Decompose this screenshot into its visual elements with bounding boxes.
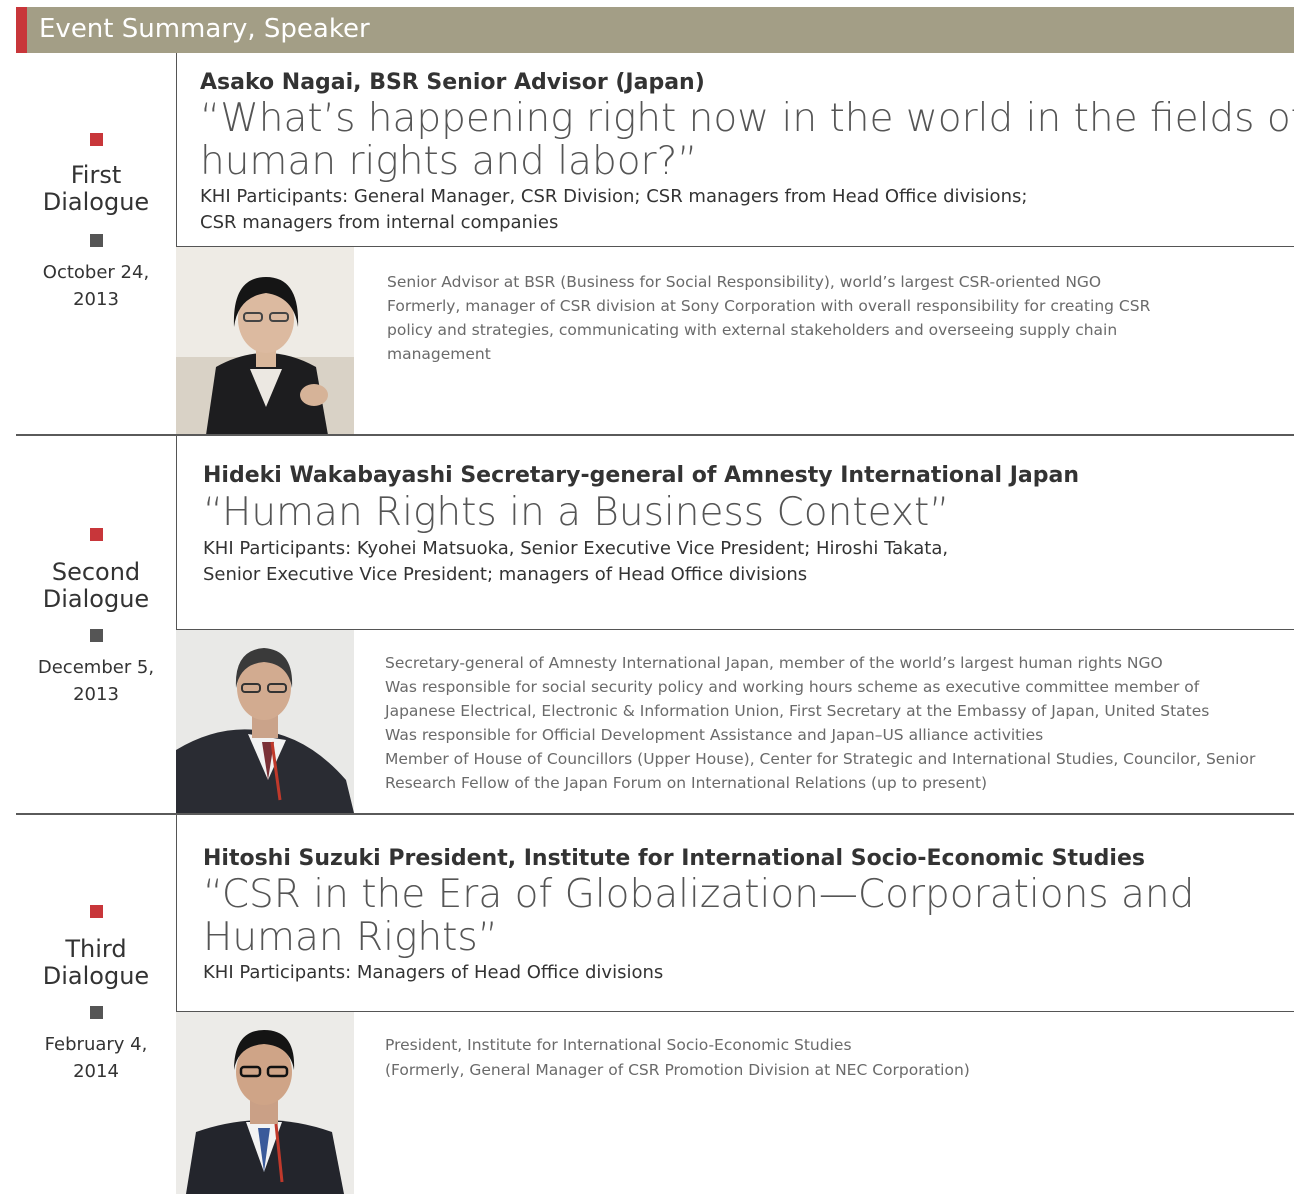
divider-vertical bbox=[176, 815, 177, 1011]
bio-line: Secretary-general of Amnesty Internation… bbox=[385, 654, 1163, 672]
participants-line1: KHI Participants: Kyohei Matsuoka, Senio… bbox=[203, 538, 949, 559]
section-title: Event Summary, Speaker bbox=[39, 14, 370, 44]
speaker-name: Asako Nagai, BSR Senior Advisor (Japan) bbox=[200, 70, 705, 95]
red-square-marker bbox=[89, 133, 103, 146]
divider-vertical bbox=[176, 436, 177, 629]
bio-line: Was responsible for social security poli… bbox=[385, 678, 1200, 696]
divider-vertical bbox=[176, 53, 177, 246]
bio-line: management bbox=[387, 345, 491, 363]
talk-title-line1: “Human Rights in a Business Context” bbox=[203, 490, 950, 535]
bio-line: Was responsible for Official Development… bbox=[385, 726, 1044, 744]
bio-line: Senior Advisor at BSR (Business for Soci… bbox=[387, 273, 1102, 291]
talk-title-line1: “CSR in the Era of Globalization—Corpora… bbox=[203, 872, 1195, 917]
participants-line1: KHI Participants: General Manager, CSR D… bbox=[200, 186, 1028, 207]
bio-line: Japanese Electrical, Electronic & Inform… bbox=[385, 702, 1210, 720]
dialogue-date: February 4, 2014 bbox=[44, 1034, 148, 1082]
talk-title-line2: human rights and labor?” bbox=[200, 139, 698, 184]
section-separator bbox=[16, 434, 1294, 436]
bio-line: (Formerly, General Manager of CSR Promot… bbox=[385, 1061, 970, 1079]
speaker-photo bbox=[176, 1012, 354, 1194]
dialogue-1-meta: First Dialogue October 24, 2013 bbox=[16, 133, 176, 313]
bio-line: Research Fellow of the Japan Forum on In… bbox=[385, 774, 988, 792]
speaker-name: Hitoshi Suzuki President, Institute for … bbox=[203, 846, 1145, 871]
dialogue-label: Second Dialogue bbox=[42, 558, 150, 613]
bio-line: Formerly, manager of CSR division at Son… bbox=[387, 297, 1151, 315]
talk-title-line2: Human Rights” bbox=[203, 915, 498, 960]
dialogue-label: First Dialogue bbox=[42, 161, 150, 216]
participants-line2: Senior Executive Vice President; manager… bbox=[203, 564, 808, 585]
bio-line: President, Institute for International S… bbox=[385, 1036, 852, 1054]
gray-square-marker bbox=[89, 234, 103, 247]
talk-title-line1: “What’s happening right now in the world… bbox=[200, 96, 1294, 141]
section-separator bbox=[16, 813, 1294, 815]
dialogue-label: Third Dialogue bbox=[42, 935, 150, 990]
dialogue-3-meta: Third Dialogue February 4, 2014 bbox=[16, 905, 176, 1085]
section-header: Event Summary, Speaker bbox=[16, 7, 1294, 53]
speaker-photo bbox=[176, 630, 354, 813]
bio-line: policy and strategies, communicating wit… bbox=[387, 321, 1118, 339]
gray-square-marker bbox=[89, 629, 103, 642]
dialogue-date: October 24, 2013 bbox=[42, 262, 150, 310]
red-square-marker bbox=[89, 905, 103, 918]
bio-line: Member of House of Councillors (Upper Ho… bbox=[385, 750, 1256, 768]
speaker-name: Hideki Wakabayashi Secretary-general of … bbox=[203, 463, 1080, 488]
dialogue-2-meta: Second Dialogue December 5, 2013 bbox=[16, 528, 176, 708]
participants-line1: KHI Participants: Managers of Head Offic… bbox=[203, 962, 664, 983]
participants-line2: CSR managers from internal companies bbox=[200, 212, 559, 233]
dialogue-date: December 5, 2013 bbox=[37, 657, 155, 705]
speaker-photo bbox=[176, 247, 354, 435]
red-square-marker bbox=[89, 528, 103, 541]
gray-square-marker bbox=[89, 1006, 103, 1019]
header-accent bbox=[16, 7, 27, 53]
